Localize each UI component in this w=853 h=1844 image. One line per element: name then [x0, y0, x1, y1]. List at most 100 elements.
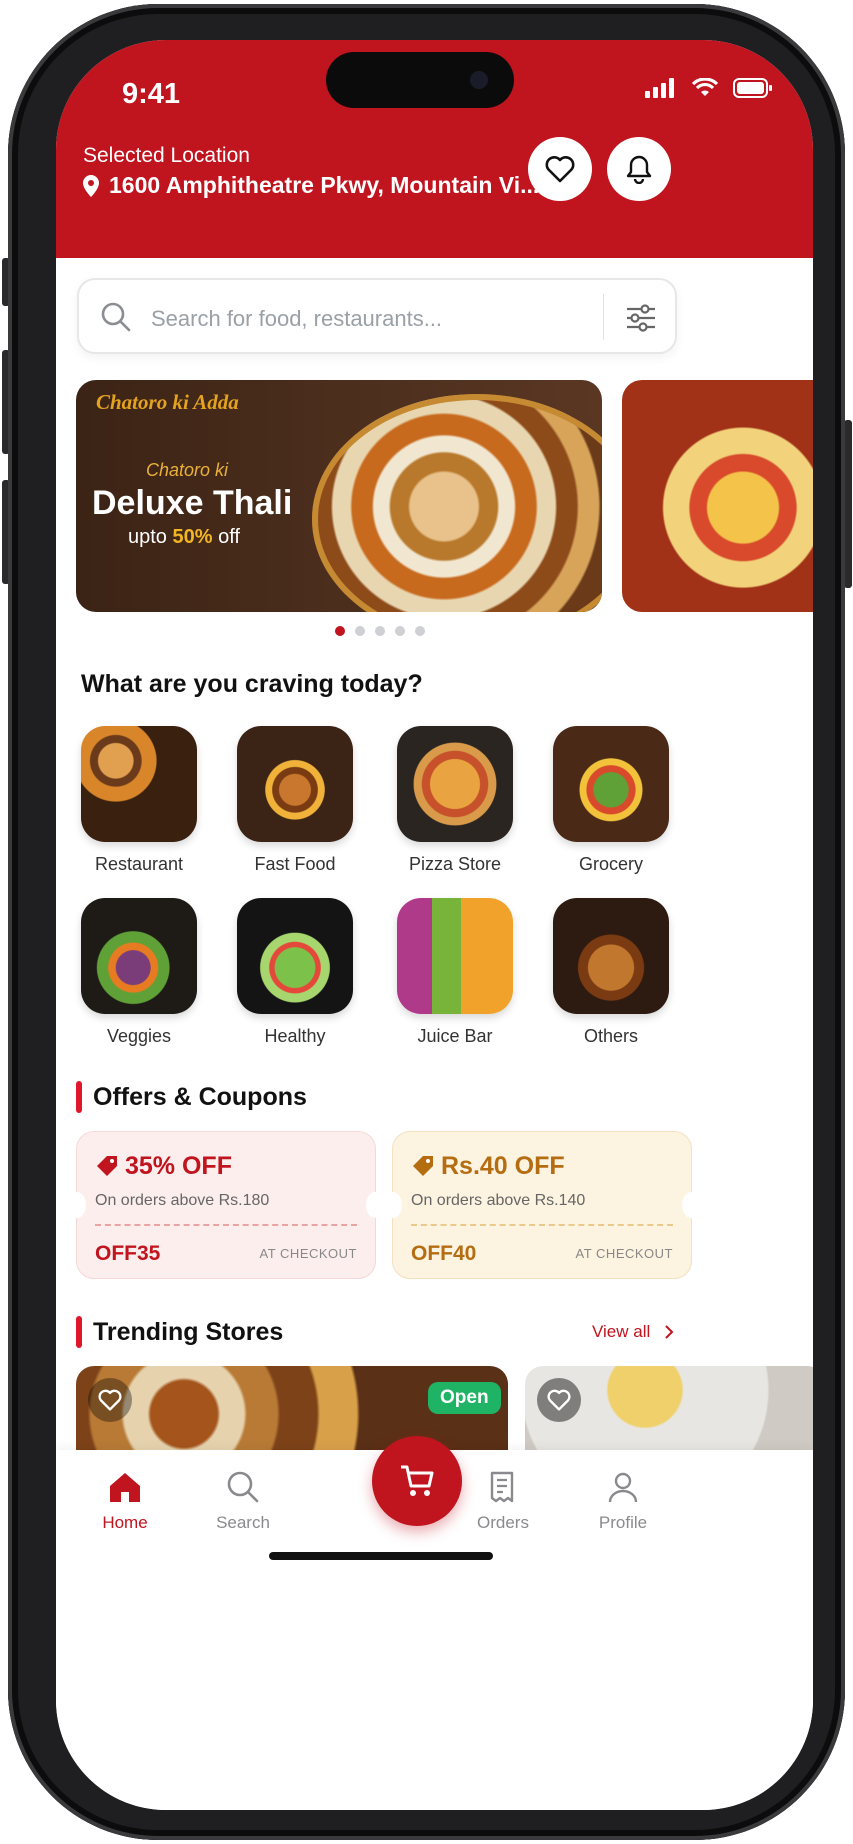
coupon-note: AT CHECKOUT [575, 1246, 673, 1261]
section-accent [76, 1316, 82, 1348]
category-fast-food[interactable]: Fast Food [236, 726, 354, 875]
dynamic-island [326, 52, 514, 108]
category-label: Healthy [264, 1026, 326, 1046]
veggies-image [81, 898, 197, 1014]
filter-icon[interactable] [625, 304, 657, 332]
craving-heading: What are you craving today? [81, 670, 423, 698]
promo-banner[interactable]: Chatoro ki Adda Chatoro ki Deluxe Thali … [76, 380, 602, 612]
cart-button[interactable] [372, 1436, 462, 1526]
open-badge: Open [428, 1382, 501, 1414]
battery-icon [733, 78, 772, 98]
search-bar[interactable]: Search for food, restaurants... [77, 278, 677, 354]
carousel-indicator [335, 626, 425, 636]
power-button [844, 420, 852, 588]
app-header: 9:41 Selected Location 1600 Amphitheatre… [56, 40, 813, 258]
nav-profile[interactable]: Profile [568, 1470, 678, 1533]
heart-icon [545, 156, 575, 183]
offer-suffix: off [218, 526, 240, 548]
tag-icon [413, 1156, 433, 1176]
nav-search[interactable]: Search [188, 1470, 298, 1533]
user-icon [608, 1472, 638, 1503]
category-juice-bar[interactable]: Juice Bar [396, 898, 514, 1047]
coupon-title: Rs.40 OFF [441, 1152, 565, 1180]
fast-food-image [237, 726, 353, 842]
cart-icon [401, 1465, 434, 1496]
category-restaurant[interactable]: Restaurant [80, 726, 198, 875]
category-label: Fast Food [254, 854, 336, 874]
carousel-dot[interactable] [395, 626, 405, 636]
category-pizza-store[interactable]: Pizza Store [396, 726, 514, 875]
signal-icon [645, 78, 674, 98]
category-label: Veggies [106, 1026, 172, 1046]
offer-prefix: upto [128, 526, 167, 548]
search-input[interactable]: Search for food, restaurants... [151, 306, 442, 332]
banner-offer: upto 50% off [128, 526, 240, 549]
healthy-image [237, 898, 353, 1014]
notifications-button[interactable] [607, 137, 671, 201]
status-time: 9:41 [122, 78, 181, 110]
coupon-divider [95, 1224, 357, 1226]
offers-heading: Offers & Coupons [93, 1083, 307, 1111]
category-label: Juice Bar [417, 1026, 493, 1046]
phone-frame: 9:41 Selected Location 1600 Amphitheatre… [8, 4, 845, 1840]
category-label: Others [583, 1026, 639, 1046]
trending-heading: Trending Stores [93, 1318, 284, 1346]
category-label: Restaurant [94, 854, 184, 874]
location-selector[interactable]: 1600 Amphitheatre Pkwy, Mountain Vi... [83, 172, 567, 199]
search-icon [101, 302, 131, 332]
offer-value: 50% [172, 526, 213, 548]
favorite-toggle[interactable] [88, 1378, 132, 1422]
home-indicator [269, 1552, 493, 1560]
heart-icon [547, 1389, 571, 1411]
nav-label: Search [216, 1513, 270, 1532]
category-label: Grocery [578, 854, 643, 874]
view-all-link[interactable]: View all [592, 1322, 674, 1342]
heart-icon [98, 1389, 122, 1411]
app-screen: 9:41 Selected Location 1600 Amphitheatre… [56, 40, 813, 1810]
favorites-button[interactable] [528, 137, 592, 201]
carousel-dot[interactable] [355, 626, 365, 636]
category-others[interactable]: Others [552, 898, 670, 1047]
coupon-code: OFF35 [95, 1242, 161, 1265]
category-healthy[interactable]: Healthy [236, 898, 354, 1047]
carousel-dot[interactable] [375, 626, 385, 636]
nav-orders[interactable]: Orders [448, 1470, 558, 1533]
tag-icon [97, 1156, 117, 1176]
nav-label: Home [102, 1513, 148, 1532]
nav-home[interactable]: Home [70, 1470, 180, 1533]
carousel-dot[interactable] [415, 626, 425, 636]
banner-title: Deluxe Thali [92, 484, 293, 522]
nav-label: Orders [477, 1513, 529, 1532]
wifi-icon [691, 78, 719, 96]
carousel-dot[interactable] [335, 626, 345, 636]
search-icon [227, 1471, 259, 1503]
brand-logo: Chatoro ki Adda [96, 390, 239, 414]
pizza-image [397, 726, 513, 842]
juice-image [397, 898, 513, 1014]
thali-image [312, 394, 602, 612]
coupon-note: AT CHECKOUT [259, 1246, 357, 1261]
category-grocery[interactable]: Grocery [552, 726, 670, 875]
promo-banner-next[interactable] [622, 380, 813, 612]
selected-location-label: Selected Location [83, 144, 250, 167]
coupon-card[interactable]: 35% OFF On orders above Rs.180 OFF35 AT … [68, 1131, 384, 1279]
nav-label: Profile [598, 1513, 648, 1532]
restaurant-image [81, 726, 197, 842]
coupon-card[interactable]: Rs.40 OFF On orders above Rs.140 OFF40 A… [384, 1131, 700, 1279]
home-icon [110, 1473, 140, 1502]
chevron-right-icon [665, 1325, 674, 1339]
coupon-description: On orders above Rs.140 [411, 1192, 586, 1209]
bell-icon [626, 155, 652, 184]
category-label: Pizza Store [408, 854, 502, 874]
grocery-image [553, 726, 669, 842]
category-veggies[interactable]: Veggies [80, 898, 198, 1047]
view-all-label: View all [592, 1322, 651, 1341]
coupon-title: 35% OFF [125, 1152, 232, 1180]
search-divider [603, 294, 604, 340]
coupon-code: OFF40 [411, 1242, 477, 1265]
status-icons [645, 78, 773, 98]
location-address: 1600 Amphitheatre Pkwy, Mountain Vi... [109, 172, 540, 198]
coupon-description: On orders above Rs.180 [95, 1192, 270, 1209]
favorite-toggle[interactable] [537, 1378, 581, 1422]
others-image [553, 898, 669, 1014]
